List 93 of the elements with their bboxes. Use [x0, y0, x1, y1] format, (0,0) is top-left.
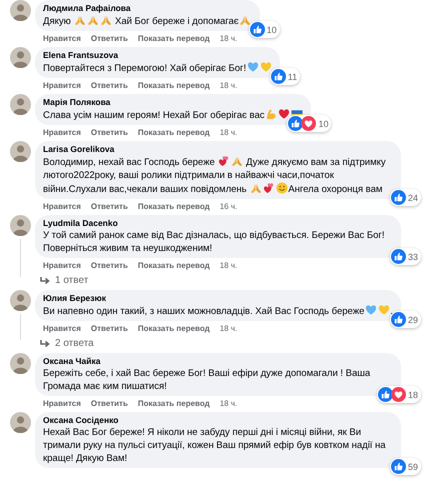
reaction-number: 33	[408, 252, 418, 262]
comment-time: 18 ч.	[220, 81, 238, 91]
reaction-number: 29	[408, 314, 418, 324]
reaction-number: 11	[288, 72, 298, 82]
heart-icon	[260, 61, 272, 73]
praying-hands-icon	[230, 155, 243, 167]
like-icon	[390, 190, 406, 205]
comment-action-link[interactable]: Нравится	[43, 261, 81, 271]
like-icon	[390, 459, 406, 474]
comment-author: Elena Frantsuzova	[43, 50, 120, 61]
reaction-count[interactable]: 10	[287, 115, 332, 132]
reaction-number: 24	[408, 192, 418, 202]
comment-action-link[interactable]: Показать перевод	[138, 81, 210, 91]
reaction-number: 10	[266, 24, 277, 34]
comment-author: Людмила Рафаілова	[43, 3, 132, 14]
comment-time: 18 ч.	[220, 128, 238, 138]
reaction-count[interactable]: 59	[390, 458, 421, 475]
comment-action-link[interactable]: Ответить	[90, 81, 128, 91]
like-icon	[288, 116, 304, 131]
comment-text: Нехай Вас Бог береже! Я ніколи не забуду перші дні і місяці війни, як Ви тримали руку на пульсі ситуації, кожен Ваш прямий ефір був ковтком надії на краще! Дякую Вам!	[43, 426, 387, 465]
comment-action-link[interactable]: Показать перевод	[138, 324, 210, 334]
comment-action-link[interactable]: Показать перевод	[138, 128, 210, 138]
reply-arrow-icon	[39, 276, 51, 286]
praying-hands-icon	[100, 14, 112, 26]
comment-time: 18 ч.	[220, 324, 238, 334]
heart-icon	[378, 304, 390, 316]
comment-action-link[interactable]: Ответить	[90, 399, 128, 409]
praying-hands-icon	[86, 14, 99, 26]
comment-time: 18 ч.	[220, 261, 238, 271]
comment-action-link[interactable]: Нравится	[43, 81, 81, 91]
praying-hands-icon	[250, 182, 262, 194]
avatar[interactable]	[10, 412, 31, 433]
flexed-arm-icon	[264, 108, 277, 120]
comment-author: Марія Полякова	[43, 97, 112, 108]
reaction-count[interactable]: 10	[248, 21, 280, 38]
heart-icon	[364, 304, 377, 316]
praying-hands-icon	[239, 14, 252, 26]
like-icon	[390, 312, 406, 327]
comment-author: Оксана Сосіденко	[43, 415, 120, 426]
avatar[interactable]	[10, 141, 31, 162]
comment-author: Lyudmila Dacenko	[43, 218, 119, 229]
comment-author: Юлия Березюк	[43, 293, 107, 304]
comment-action-link[interactable]: Ответить	[90, 34, 128, 44]
comment-time: 18 ч.	[220, 34, 238, 44]
heart-reaction-icon	[301, 116, 316, 131]
avatar[interactable]	[10, 215, 31, 236]
reply-arrow-icon	[39, 339, 51, 349]
comment-author: Larisa Gorelikova	[43, 144, 116, 155]
comment-action-link[interactable]: Нравится	[43, 324, 81, 334]
comment-text: Володимир, нехай вас Господь береже Дуже дякуємо вам за підтримку лютого2022року, ваші ролики підтримали в найважчі часи,початок війни.Слухали вас,чекали ваших повідомлень Ангела охоронця вам	[43, 155, 387, 196]
comment-text: У той самий ранок саме від Вас дізналась, що відбувається. Бережи Вас Бог! Поверніться живим та неушкодженим!	[43, 229, 386, 255]
comment-author: Оксана Чайка	[43, 356, 102, 367]
avatar[interactable]	[10, 94, 31, 115]
like-icon	[378, 387, 393, 402]
avatar[interactable]	[10, 47, 31, 68]
avatar[interactable]	[10, 0, 31, 21]
comment-action-link[interactable]: Показать перевод	[138, 202, 210, 212]
comment-time: 16 ч.	[220, 202, 238, 212]
comment-action-link[interactable]: Ответить	[90, 324, 128, 334]
avatar[interactable]	[10, 290, 31, 311]
comment-action-link[interactable]: Ответить	[90, 202, 128, 212]
like-icon	[250, 22, 265, 37]
comment-action-link[interactable]: Нравится	[43, 399, 81, 409]
reaction-number: 10	[318, 118, 328, 128]
praying-hands-icon	[74, 14, 86, 26]
reaction-count[interactable]: 11	[270, 68, 300, 85]
comment-action-link[interactable]: Нравится	[43, 128, 81, 138]
reaction-count[interactable]: 18	[376, 386, 421, 403]
heart-reaction-icon	[390, 387, 406, 402]
heart-icon	[278, 108, 290, 120]
avatar[interactable]	[10, 353, 31, 374]
comment-action-link[interactable]: Ответить	[90, 128, 128, 138]
heart-icon	[246, 61, 259, 73]
comment-text: Бережіть себе, і хай Вас береже Бог! Ваші ефіри дуже допомагали ! Ваша Громада має ким пишатися!	[43, 367, 372, 393]
comment-action-link[interactable]: Показать перевод	[138, 34, 210, 44]
comment-action-link[interactable]: Нравится	[43, 202, 81, 212]
reaction-number: 18	[408, 390, 418, 400]
comment-action-link[interactable]: Ответить	[90, 261, 128, 271]
comment-time: 18 ч.	[220, 399, 238, 409]
reaction-number: 59	[408, 462, 418, 472]
like-icon	[270, 69, 286, 84]
like-icon	[390, 249, 406, 264]
hearts-icon	[218, 155, 230, 167]
smiley-icon	[276, 182, 288, 194]
view-replies-link[interactable]: 2 ответа	[39, 338, 94, 350]
hearts-icon	[262, 182, 275, 194]
view-replies-link[interactable]: 1 ответ	[39, 275, 88, 287]
comment-text: Повертайтеся з Перемогою! Хай оберігає Бог!	[43, 61, 272, 75]
comment-action-link[interactable]: Показать перевод	[138, 261, 210, 271]
reaction-count[interactable]: 33	[390, 248, 421, 265]
comment-action-link[interactable]: Нравится	[43, 34, 81, 44]
reaction-count[interactable]: 24	[390, 189, 421, 206]
comment-action-link[interactable]: Показать перевод	[138, 399, 210, 409]
